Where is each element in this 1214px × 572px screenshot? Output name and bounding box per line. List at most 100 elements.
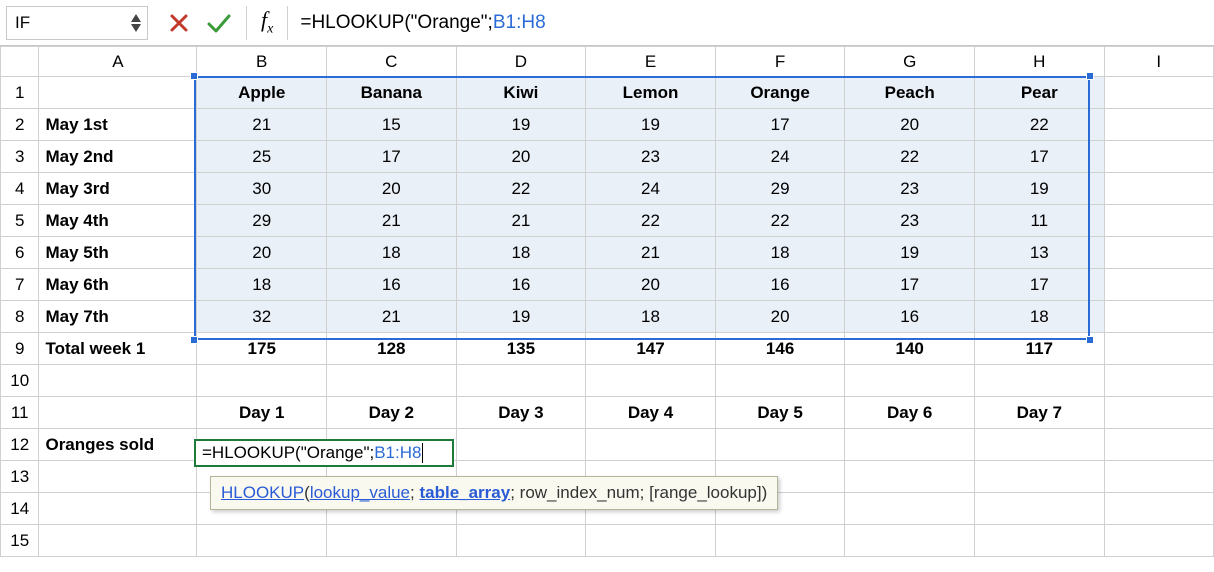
cell[interactable]: Day 2 <box>327 397 457 429</box>
cell[interactable]: 19 <box>456 301 586 333</box>
cell[interactable]: 30 <box>197 173 327 205</box>
col-header[interactable]: B <box>197 47 327 77</box>
col-header[interactable]: A <box>39 47 197 77</box>
cell[interactable] <box>1104 205 1213 237</box>
cell[interactable]: Lemon <box>586 77 716 109</box>
col-header[interactable]: E <box>586 47 716 77</box>
cell[interactable]: Kiwi <box>456 77 586 109</box>
row-header[interactable]: 13 <box>1 461 39 493</box>
cell[interactable]: 17 <box>845 269 975 301</box>
cell[interactable] <box>715 525 845 557</box>
cell[interactable] <box>974 525 1104 557</box>
cell[interactable]: 20 <box>456 141 586 173</box>
cell[interactable]: 21 <box>456 205 586 237</box>
cell[interactable] <box>974 461 1104 493</box>
cell[interactable]: 24 <box>586 173 716 205</box>
cell[interactable] <box>39 493 197 525</box>
cell[interactable]: Total week 1 <box>39 333 197 365</box>
cell[interactable]: 128 <box>327 333 457 365</box>
cell[interactable]: 25 <box>197 141 327 173</box>
cell[interactable]: 22 <box>586 205 716 237</box>
cell[interactable]: May 5th <box>39 237 197 269</box>
col-header[interactable]: D <box>456 47 586 77</box>
cell[interactable] <box>197 365 327 397</box>
row-header[interactable]: 10 <box>1 365 39 397</box>
range-handle[interactable] <box>190 336 198 344</box>
cell[interactable]: 23 <box>845 205 975 237</box>
cell[interactable]: 18 <box>974 301 1104 333</box>
cell[interactable] <box>1104 429 1213 461</box>
cell[interactable]: 146 <box>715 333 845 365</box>
cell[interactable]: 135 <box>456 333 586 365</box>
cell[interactable]: 19 <box>456 109 586 141</box>
row-header[interactable]: 11 <box>1 397 39 429</box>
cell[interactable]: 16 <box>845 301 975 333</box>
cell[interactable]: 23 <box>586 141 716 173</box>
cell[interactable]: May 3rd <box>39 173 197 205</box>
name-box-stepper[interactable] <box>129 13 147 33</box>
cell[interactable] <box>1104 493 1213 525</box>
cell[interactable]: 21 <box>327 205 457 237</box>
cell[interactable]: 20 <box>845 109 975 141</box>
cell[interactable]: 18 <box>327 237 457 269</box>
formula-cancel-button[interactable] <box>160 6 198 40</box>
tooltip-param-link[interactable]: lookup_value <box>310 483 410 502</box>
formula-accept-button[interactable] <box>198 6 240 40</box>
cell[interactable] <box>845 461 975 493</box>
col-header[interactable]: F <box>715 47 845 77</box>
cell[interactable]: 20 <box>715 301 845 333</box>
cell[interactable] <box>715 365 845 397</box>
cell[interactable]: May 7th <box>39 301 197 333</box>
formula-input[interactable]: =HLOOKUP("Orange";B1:H8 <box>294 12 1214 34</box>
cell[interactable]: 21 <box>197 109 327 141</box>
cell[interactable] <box>1104 237 1213 269</box>
cell[interactable] <box>845 429 975 461</box>
row-header[interactable]: 4 <box>1 173 39 205</box>
cell[interactable] <box>845 365 975 397</box>
cell[interactable]: 22 <box>456 173 586 205</box>
cell[interactable]: May 6th <box>39 269 197 301</box>
cell[interactable]: 18 <box>197 269 327 301</box>
name-box[interactable]: IF <box>6 6 148 40</box>
cell[interactable]: 22 <box>974 109 1104 141</box>
cell[interactable]: May 1st <box>39 109 197 141</box>
range-handle[interactable] <box>1086 72 1094 80</box>
cell[interactable] <box>1104 173 1213 205</box>
cell[interactable] <box>39 365 197 397</box>
cell[interactable] <box>39 77 197 109</box>
cell[interactable]: 20 <box>586 269 716 301</box>
row-header[interactable]: 7 <box>1 269 39 301</box>
cell[interactable]: 22 <box>715 205 845 237</box>
cell[interactable]: 18 <box>456 237 586 269</box>
range-handle[interactable] <box>1086 336 1094 344</box>
cell-editor[interactable]: =HLOOKUP("Orange";B1:H8 <box>194 439 454 467</box>
cell[interactable]: 18 <box>715 237 845 269</box>
cell[interactable] <box>39 461 197 493</box>
cell[interactable]: Banana <box>327 77 457 109</box>
row-header[interactable]: 14 <box>1 493 39 525</box>
cell[interactable]: 175 <box>197 333 327 365</box>
cell[interactable]: 147 <box>586 333 716 365</box>
cell[interactable] <box>39 525 197 557</box>
cell[interactable]: Orange <box>715 77 845 109</box>
cell[interactable] <box>1104 397 1213 429</box>
cell[interactable]: 16 <box>327 269 457 301</box>
cell[interactable]: 20 <box>327 173 457 205</box>
cell[interactable]: Day 4 <box>586 397 716 429</box>
cell[interactable] <box>197 525 327 557</box>
cell[interactable] <box>586 525 716 557</box>
cell[interactable]: Apple <box>197 77 327 109</box>
cell[interactable]: 13 <box>974 237 1104 269</box>
cell[interactable] <box>974 493 1104 525</box>
cell[interactable]: 21 <box>327 301 457 333</box>
range-handle[interactable] <box>190 72 198 80</box>
cell[interactable] <box>1104 141 1213 173</box>
cell[interactable]: 17 <box>327 141 457 173</box>
cell[interactable] <box>327 365 457 397</box>
cell[interactable] <box>715 429 845 461</box>
cell[interactable]: Day 3 <box>456 397 586 429</box>
cell[interactable] <box>456 429 586 461</box>
cell[interactable] <box>1104 109 1213 141</box>
cell[interactable]: Pear <box>974 77 1104 109</box>
col-header[interactable]: I <box>1104 47 1213 77</box>
